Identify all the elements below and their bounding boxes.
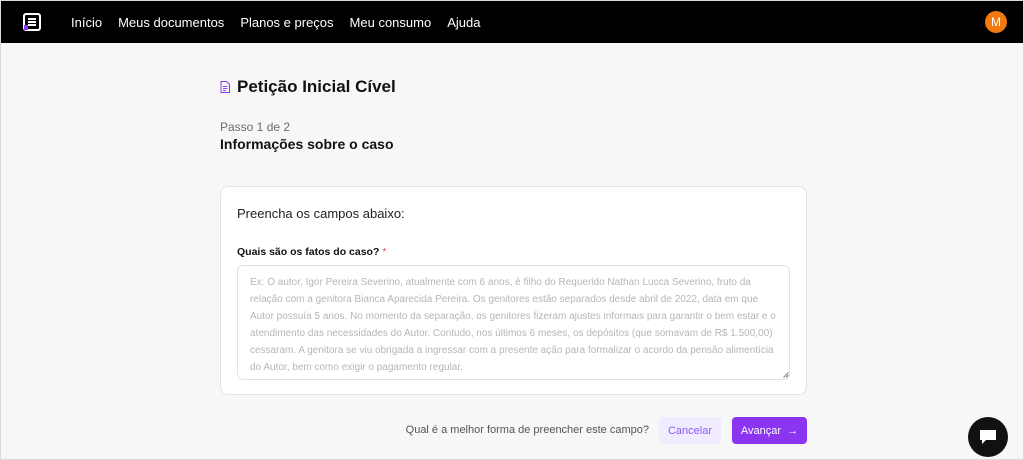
facts-field-label: Quais são os fatos do caso? *: [237, 246, 386, 258]
chat-button[interactable]: [968, 417, 1008, 457]
logo-icon[interactable]: [23, 13, 41, 31]
page-title-row: Petição Inicial Cível: [220, 77, 396, 97]
resize-handle-icon[interactable]: [783, 372, 789, 378]
facts-field-label-text: Quais são os fatos do caso?: [237, 246, 380, 258]
section-title: Informações sobre o caso: [220, 136, 394, 152]
document-icon: [220, 81, 230, 93]
form-actions: Qual é a melhor forma de preencher este …: [220, 417, 807, 445]
nav-link-planos-e-precos[interactable]: Planos e preços: [240, 15, 333, 30]
form-card: Preencha os campos abaixo: Quais são os …: [220, 186, 807, 395]
nav-links: Início Meus documentos Planos e preços M…: [71, 1, 496, 43]
nav-link-meus-documentos[interactable]: Meus documentos: [118, 15, 224, 30]
step-indicator: Passo 1 de 2: [220, 120, 291, 134]
advance-button-label: Avançar: [740, 424, 782, 437]
chat-icon: [980, 430, 996, 444]
nav-link-inicio[interactable]: Início: [71, 15, 102, 30]
help-link[interactable]: Qual é a melhor forma de preencher este …: [406, 424, 649, 436]
required-mark: *: [382, 246, 387, 258]
nav-link-meu-consumo[interactable]: Meu consumo: [350, 15, 432, 30]
app-frame: Início Meus documentos Planos e preços M…: [0, 0, 1024, 460]
nav-link-ajuda[interactable]: Ajuda: [447, 15, 480, 30]
arrow-right-icon: →: [787, 424, 799, 437]
top-navbar: Início Meus documentos Planos e preços M…: [1, 1, 1023, 43]
form-intro: Preencha os campos abaixo:: [237, 206, 405, 221]
cancel-button[interactable]: Cancelar: [659, 417, 721, 444]
facts-textarea[interactable]: [237, 265, 790, 380]
page-title: Petição Inicial Cível: [237, 77, 396, 96]
advance-button[interactable]: Avançar →: [732, 417, 807, 444]
user-avatar[interactable]: M: [985, 11, 1007, 33]
